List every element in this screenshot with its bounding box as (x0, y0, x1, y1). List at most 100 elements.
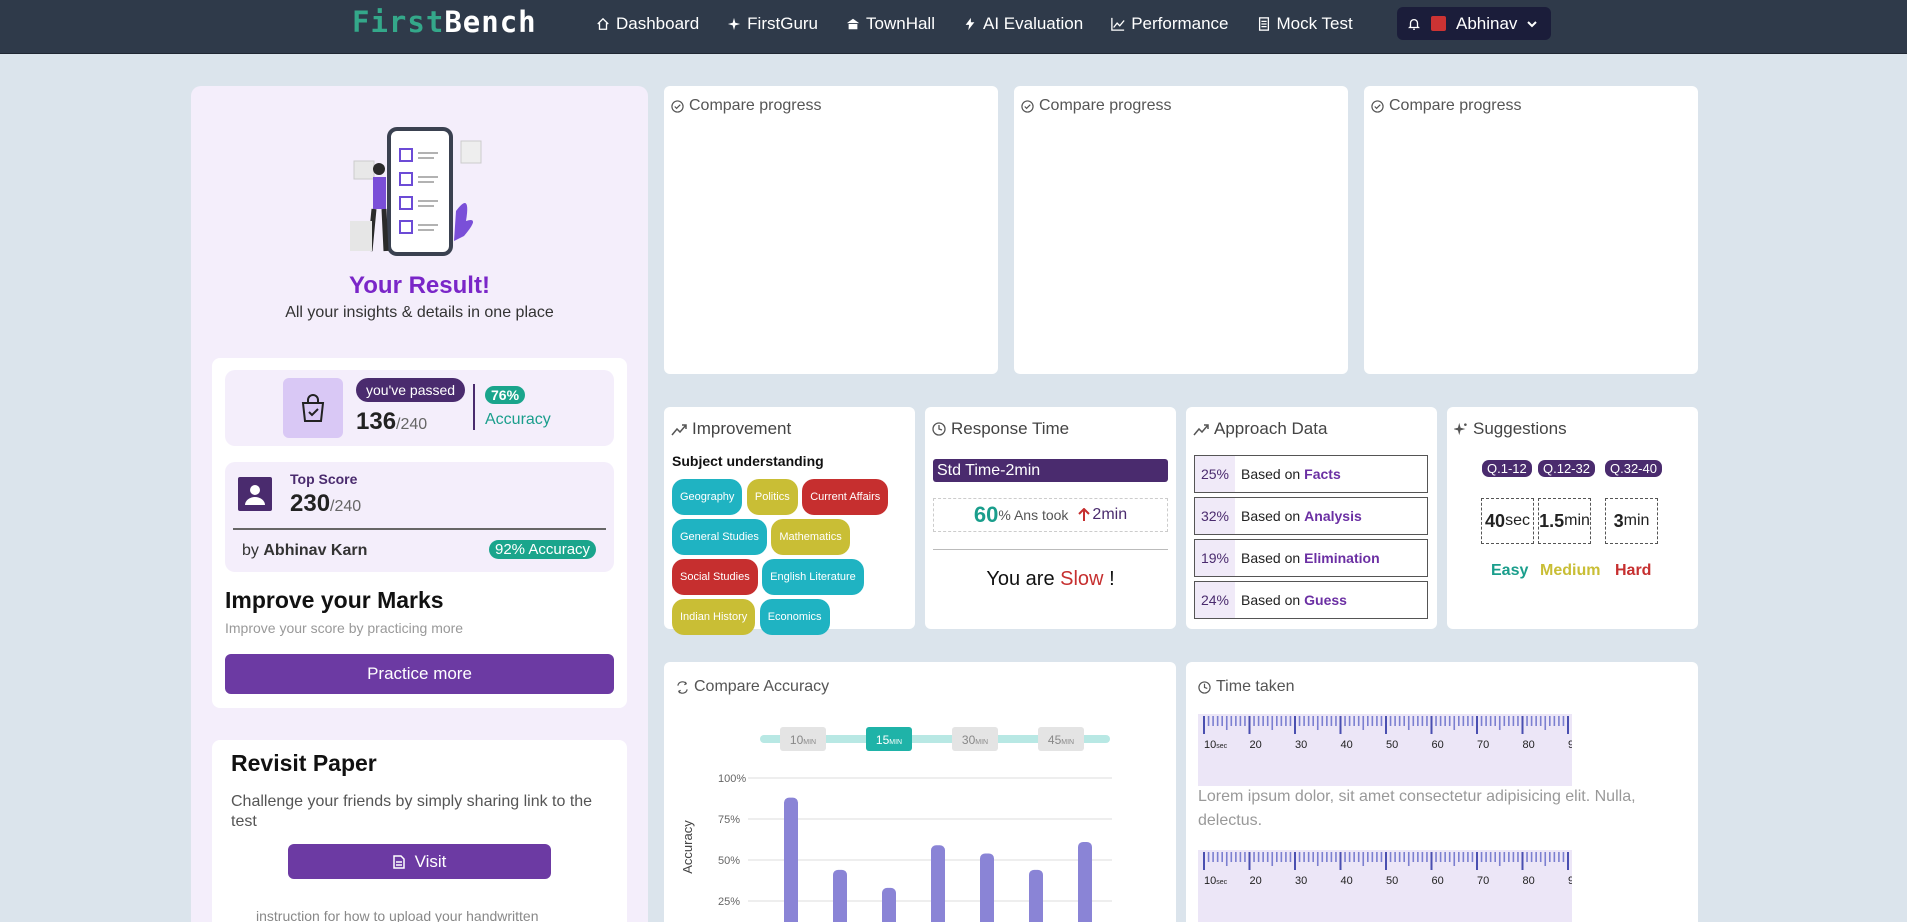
ruler-label: 70 (1477, 739, 1489, 751)
passed-summary: you've passed 136/240 76% Accuracy (225, 370, 614, 446)
subject-tag[interactable]: Social Studies (672, 559, 758, 595)
ruler-label: 50 (1386, 875, 1398, 887)
ruler-label: 30 (1295, 739, 1307, 751)
approach-item: 19% Based on Elimination (1194, 539, 1428, 577)
result-title: Your Result! (349, 272, 490, 299)
compare-progress-title: Compare progress (1021, 97, 1172, 115)
revisit-title: Revisit Paper (231, 750, 377, 776)
approach-item: 32% Based on Analysis (1194, 497, 1428, 535)
approach-item: 25% Based on Facts (1194, 455, 1428, 493)
subject-tag[interactable]: Current Affairs (802, 479, 889, 515)
accuracy-bar (784, 797, 798, 922)
subject-tags: Geography Politics Current Affairs Gener… (672, 477, 912, 637)
time-box: 3 min (1605, 498, 1658, 544)
accuracy-label: Accuracy (485, 411, 551, 428)
accuracy-bar (1029, 869, 1043, 922)
refresh-icon (677, 680, 688, 694)
visit-button[interactable]: Visit (288, 844, 551, 879)
ruler-label: 70 (1477, 875, 1489, 887)
user-menu[interactable]: Abhinav (1397, 7, 1551, 40)
nav-firstguru[interactable]: FirstGuru (727, 14, 818, 34)
result-subtitle: All your insights & details in one place (285, 304, 554, 321)
trend-up-icon (1193, 424, 1209, 436)
nav-dashboard[interactable]: Dashboard (596, 14, 699, 34)
nav-links: Dashboard FirstGuru TownHall AI Evaluati… (596, 14, 1353, 34)
arrow-up-icon (1078, 508, 1091, 521)
accuracy-bar (1078, 841, 1092, 922)
bolt-icon (965, 17, 975, 31)
revisit-text: Challenge your friends by simply sharing… (231, 793, 593, 830)
top-score-card: Top Score 230/240 by Abhinav Karn 92% Ac… (225, 462, 614, 572)
document-icon (1258, 17, 1269, 31)
y-tick-label: 50% (718, 855, 740, 867)
compare-accuracy-title: Compare Accuracy (676, 678, 829, 696)
sparkle-icon (728, 17, 741, 31)
revisit-card: Revisit Paper Challenge your friends by … (212, 740, 627, 922)
bell-icon[interactable] (1407, 17, 1421, 31)
compare-accuracy-card: Compare Accuracy 10MIN 15MIN 30MIN 45MIN 100… (664, 662, 1176, 922)
ruler-label: 10sec (1204, 875, 1228, 887)
time-box: 40 sec (1481, 498, 1534, 544)
score-value: 136/240 (356, 408, 428, 435)
clock-icon (932, 422, 946, 436)
passed-badge: you've passed (356, 378, 466, 402)
level-medium: Medium (1540, 562, 1601, 579)
divider (933, 549, 1168, 550)
accuracy-bar (980, 853, 994, 922)
ruler-ticks: 10sec 20 30 40 50 60 70 80 90 (1203, 716, 1580, 751)
compare-progress-title: Compare progress (1371, 97, 1522, 115)
nav-mock-test[interactable]: Mock Test (1257, 14, 1353, 34)
time-ruler: 10sec 20 30 40 50 60 70 80 90 (1198, 714, 1580, 786)
answer-time-stat: 60 % Ans took 2min (933, 498, 1168, 532)
y-tick-label: 100% (718, 773, 746, 785)
divider (473, 384, 475, 430)
user-icon (238, 477, 272, 511)
subject-tag[interactable]: Geography (672, 479, 743, 515)
top-scorer: by Abhinav Karn (242, 542, 368, 559)
nav-performance[interactable]: Performance (1111, 14, 1229, 34)
std-time-bar: Std Time-2min (933, 459, 1168, 482)
improvement-card: Improvement Subject understanding Geogra… (664, 407, 915, 635)
compare-progress-card-2: Compare progress (1014, 86, 1348, 374)
subject-tag[interactable]: Politics (746, 479, 798, 515)
brand-logo[interactable]: FirstBench (352, 5, 537, 39)
subject-tag[interactable]: General Studies (672, 519, 767, 555)
approach-data-card: Approach Data 25% Based on Facts 32% Based … (1186, 407, 1437, 629)
subject-tag[interactable]: Indian History (672, 599, 756, 635)
chart-line-icon (1111, 17, 1125, 31)
question-range: Q.32-40 (1605, 460, 1662, 477)
compare-progress-card-3: Compare progress (1364, 86, 1698, 374)
townhall-icon (846, 18, 860, 30)
approach-data-title: Approach Data (1193, 419, 1327, 439)
ruler-label: 40 (1341, 875, 1353, 887)
score-card: you've passed 136/240 76% Accuracy Top S… (212, 358, 627, 708)
accuracy-badge: 76% (485, 386, 526, 404)
nav-ai-evaluation[interactable]: AI Evaluation (963, 14, 1083, 34)
sparkle-icon (1454, 422, 1467, 436)
time-taken-card: Time taken 10sec 20 30 40 50 60 70 80 90 Lorem i… (1186, 662, 1698, 922)
result-illustration (350, 127, 482, 256)
ruler-label: 10sec (1204, 739, 1228, 751)
ruler-label: 90 (1568, 875, 1572, 887)
subject-tag[interactable]: Economics (759, 599, 830, 635)
top-navbar: FirstBench Dashboard FirstGuru TownHall … (0, 0, 1907, 54)
suggestions-card: Suggestions Q.1-12 Q.12-32 Q.32-40 40 sec… (1447, 407, 1698, 629)
clock-icon (1198, 680, 1211, 694)
time-box: 1.5 min (1538, 498, 1591, 544)
ruler-label: 60 (1432, 875, 1444, 887)
check-circle-icon (1371, 99, 1384, 113)
nav-townhall[interactable]: TownHall (846, 14, 935, 34)
y-tick-label: 75% (718, 814, 740, 826)
top-score-value: 230/240 (290, 490, 362, 517)
accuracy-bar-chart: 10MIN 15MIN 30MIN 45MIN100%75%50%25%Accurac… (680, 727, 1112, 922)
improvement-title: Improvement (671, 419, 791, 439)
practice-more-button[interactable]: Practice more (225, 654, 614, 694)
check-circle-icon (671, 99, 684, 113)
subject-tag[interactable]: Mathematics (771, 519, 850, 555)
time-taken-text: Lorem ipsum dolor, sit amet consectetur … (1198, 788, 1636, 829)
time-taken-title: Time taken (1198, 678, 1295, 696)
chevron-down-icon (1527, 20, 1538, 27)
ruler-label: 50 (1386, 739, 1398, 751)
subject-tag[interactable]: English Literature (762, 559, 864, 595)
question-range: Q.1-12 (1482, 460, 1532, 477)
